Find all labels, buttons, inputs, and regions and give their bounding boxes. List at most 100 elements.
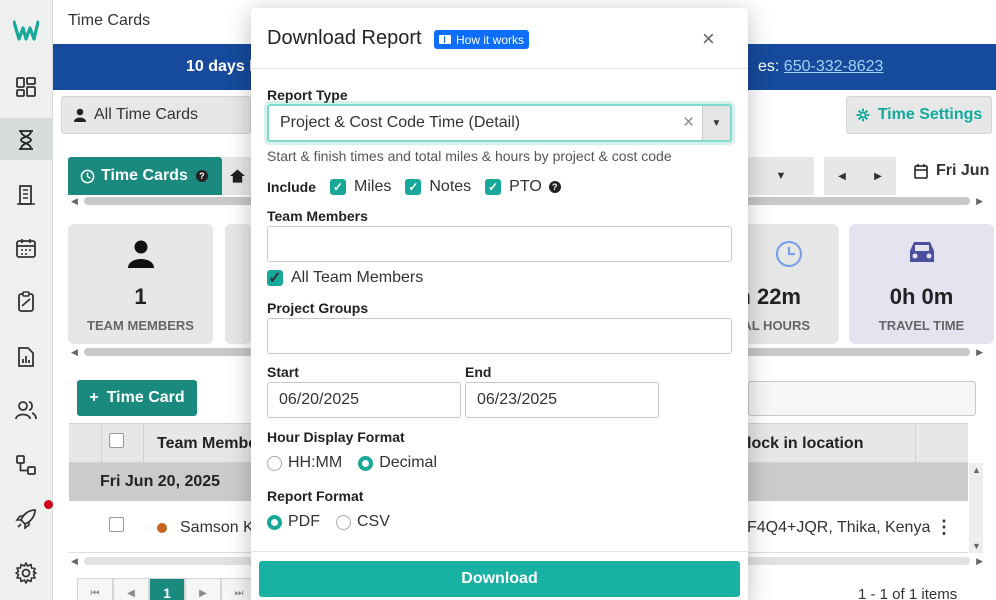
grid-search-input[interactable] xyxy=(748,381,976,416)
workflow-icon[interactable] xyxy=(14,453,38,477)
decimal-label: Decimal xyxy=(379,454,438,471)
pdf-radio[interactable] xyxy=(267,514,282,530)
modal-title: Download Report xyxy=(267,27,422,49)
team-members-input[interactable] xyxy=(267,226,732,262)
download-report-modal: Download Report How it works × Report Ty… xyxy=(251,8,748,600)
time-settings-button[interactable]: Time Settings xyxy=(846,96,992,134)
home-icon[interactable] xyxy=(222,157,252,195)
notification-dot xyxy=(44,500,53,509)
hhmm-radio[interactable] xyxy=(267,455,282,471)
next-page-icon[interactable]: ▶ xyxy=(185,578,221,600)
grid-pagination: ⏮ ◀ 1 ▶ ⏭ xyxy=(77,578,257,600)
hourglass-icon[interactable] xyxy=(14,128,38,152)
start-label: Start xyxy=(267,364,299,380)
report-type-value: Project & Cost Code Time (Detail) xyxy=(280,114,521,131)
decimal-radio[interactable] xyxy=(358,455,374,471)
left-nav-rail xyxy=(0,0,53,600)
view-dropdown-caret[interactable]: ▼ xyxy=(748,157,814,195)
all-team-members-label: All Team Members xyxy=(291,269,424,286)
add-time-card-button[interactable]: + Time Card xyxy=(77,380,197,416)
notes-checkbox[interactable]: ✓ xyxy=(405,179,422,195)
car-icon xyxy=(909,242,934,262)
download-button[interactable]: Download xyxy=(259,561,740,597)
all-team-members-checkbox[interactable]: ✓ xyxy=(267,270,283,287)
start-date-input[interactable]: 06/20/2025 xyxy=(267,382,461,418)
stat-card-partial xyxy=(225,224,251,344)
hhmm-label: HH:MM xyxy=(288,454,343,471)
stat-value: 1 xyxy=(134,284,147,309)
row-menu-icon[interactable]: ⋮ xyxy=(935,517,953,538)
team-members-label: Team Members xyxy=(267,208,368,224)
stat-label: TRAVEL TIME xyxy=(878,318,965,333)
pto-label: PTO xyxy=(509,178,542,195)
miles-checkbox[interactable]: ✓ xyxy=(330,179,347,195)
app-logo[interactable] xyxy=(13,17,39,43)
person-icon xyxy=(74,108,86,122)
clock-icon xyxy=(80,169,95,183)
include-options: Include ✓ Miles ✓ Notes ✓ PTO ? xyxy=(267,177,561,197)
current-page-button[interactable]: 1 xyxy=(149,578,185,600)
rocket-icon[interactable] xyxy=(14,507,38,531)
prev-arrow-icon[interactable]: ◀ xyxy=(838,171,846,182)
date-range-header[interactable]: Fri Jun xyxy=(914,162,989,180)
select-all-checkbox[interactable] xyxy=(109,433,124,448)
report-type-label: Report Type xyxy=(267,87,348,103)
people-icon[interactable] xyxy=(14,398,38,422)
row-location: F4Q4+JQR, Thika, Kenya xyxy=(747,519,931,536)
clear-icon[interactable]: × xyxy=(683,112,694,134)
filter-label: All Time Cards xyxy=(94,106,199,123)
modal-footer: Download xyxy=(251,551,748,600)
building-icon[interactable] xyxy=(14,183,38,207)
notes-label: Notes xyxy=(429,178,472,195)
pto-help-icon[interactable]: ? xyxy=(548,181,561,193)
miles-label: Miles xyxy=(354,178,392,195)
project-groups-input[interactable] xyxy=(267,318,732,354)
grid-vertical-scrollbar[interactable]: ▲ ▼ xyxy=(969,463,983,553)
close-icon[interactable]: × xyxy=(702,26,715,52)
date-pager: ◀ ▶ xyxy=(824,157,896,195)
chevron-down-icon[interactable]: ▼ xyxy=(702,106,730,140)
report-format-options: PDF CSV xyxy=(267,513,406,531)
banner-text: 10 days l xyxy=(186,58,254,75)
end-date-input[interactable]: 06/23/2025 xyxy=(465,382,659,418)
stat-value: 0h 0m xyxy=(889,284,954,309)
time-card-filter[interactable]: All Time Cards xyxy=(61,96,251,134)
book-icon xyxy=(439,35,451,44)
settings-label: Time Settings xyxy=(877,106,983,123)
row-member-name: Samson K xyxy=(180,519,254,536)
prev-page-icon[interactable]: ◀ xyxy=(113,578,149,600)
column-clock-in-location[interactable]: lock in location xyxy=(747,435,863,453)
clock-icon xyxy=(775,240,802,268)
hour-format-label: Hour Display Format xyxy=(267,429,405,445)
gear-icon[interactable] xyxy=(14,561,38,585)
report-type-select[interactable]: Project & Cost Code Time (Detail) × ▼ xyxy=(267,104,732,142)
how-it-works-link[interactable]: How it works xyxy=(434,30,530,49)
csv-label: CSV xyxy=(357,513,390,530)
project-groups-label: Project Groups xyxy=(267,300,369,316)
calendar-icon xyxy=(914,163,928,179)
pagination-info: 1 - 1 of 1 items xyxy=(858,586,958,600)
all-team-members-option[interactable]: ✓ All Team Members xyxy=(267,269,423,287)
gear-icon xyxy=(856,108,870,122)
stat-card-team-members: 1 TEAM MEMBERS xyxy=(68,224,213,344)
tab-time-cards[interactable]: Time Cards ? xyxy=(68,157,222,195)
plus-icon: + xyxy=(89,389,99,406)
help-icon[interactable]: ? xyxy=(195,170,208,182)
dashboard-icon[interactable] xyxy=(14,75,38,99)
tab-label: Time Cards xyxy=(101,167,188,184)
stat-label: TEAM MEMBERS xyxy=(87,318,194,333)
pto-checkbox[interactable]: ✓ xyxy=(485,179,502,195)
report-icon[interactable] xyxy=(14,345,38,369)
csv-radio[interactable] xyxy=(336,514,351,530)
first-page-icon[interactable]: ⏮ xyxy=(77,578,113,600)
calendar-icon[interactable] xyxy=(14,236,38,260)
clipboard-icon[interactable] xyxy=(14,290,38,314)
include-label: Include xyxy=(267,179,317,195)
person-icon xyxy=(127,240,154,268)
phone-link[interactable]: 650-332-8623 xyxy=(784,58,884,75)
column-team-member[interactable]: Team Membe xyxy=(157,435,257,453)
next-arrow-icon[interactable]: ▶ xyxy=(874,171,882,182)
row-checkbox[interactable] xyxy=(109,517,124,532)
report-format-label: Report Format xyxy=(267,488,364,504)
group-date: Fri Jun 20, 2025 xyxy=(100,473,221,490)
